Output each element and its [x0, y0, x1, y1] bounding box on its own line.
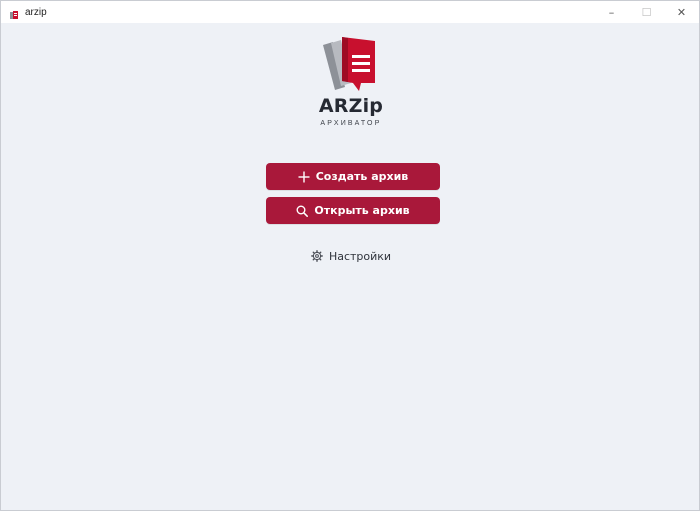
brand-logo: ARZip АРХИВАТОР: [301, 35, 401, 127]
gear-icon: [311, 250, 323, 262]
settings-label: Настройки: [328, 249, 392, 263]
plus-icon: [298, 171, 310, 182]
open-archive-label: Открыть архив: [314, 204, 410, 217]
settings-button[interactable]: Настройки: [301, 247, 401, 265]
brand-name: ARZip: [318, 95, 384, 117]
app-window: arzip – ☐ ✕ ARZip АРХИВАТОР Создать архи…: [0, 0, 700, 511]
minimize-button[interactable]: –: [594, 1, 629, 23]
open-archive-button[interactable]: Открыть архив: [266, 197, 440, 224]
title-bar[interactable]: arzip – ☐ ✕: [1, 1, 699, 23]
app-logo-icon: [9, 7, 19, 19]
window-controls: – ☐ ✕: [594, 1, 699, 23]
window-title: arzip: [25, 6, 47, 18]
brand-subtitle: АРХИВАТОР: [320, 120, 382, 127]
arzip-logo-icon: [323, 37, 375, 91]
create-archive-label: Создать архив: [315, 170, 409, 183]
maximize-button[interactable]: ☐: [629, 1, 664, 23]
create-archive-button[interactable]: Создать архив: [266, 163, 440, 190]
close-button[interactable]: ✕: [664, 1, 699, 23]
search-icon: [296, 205, 309, 217]
